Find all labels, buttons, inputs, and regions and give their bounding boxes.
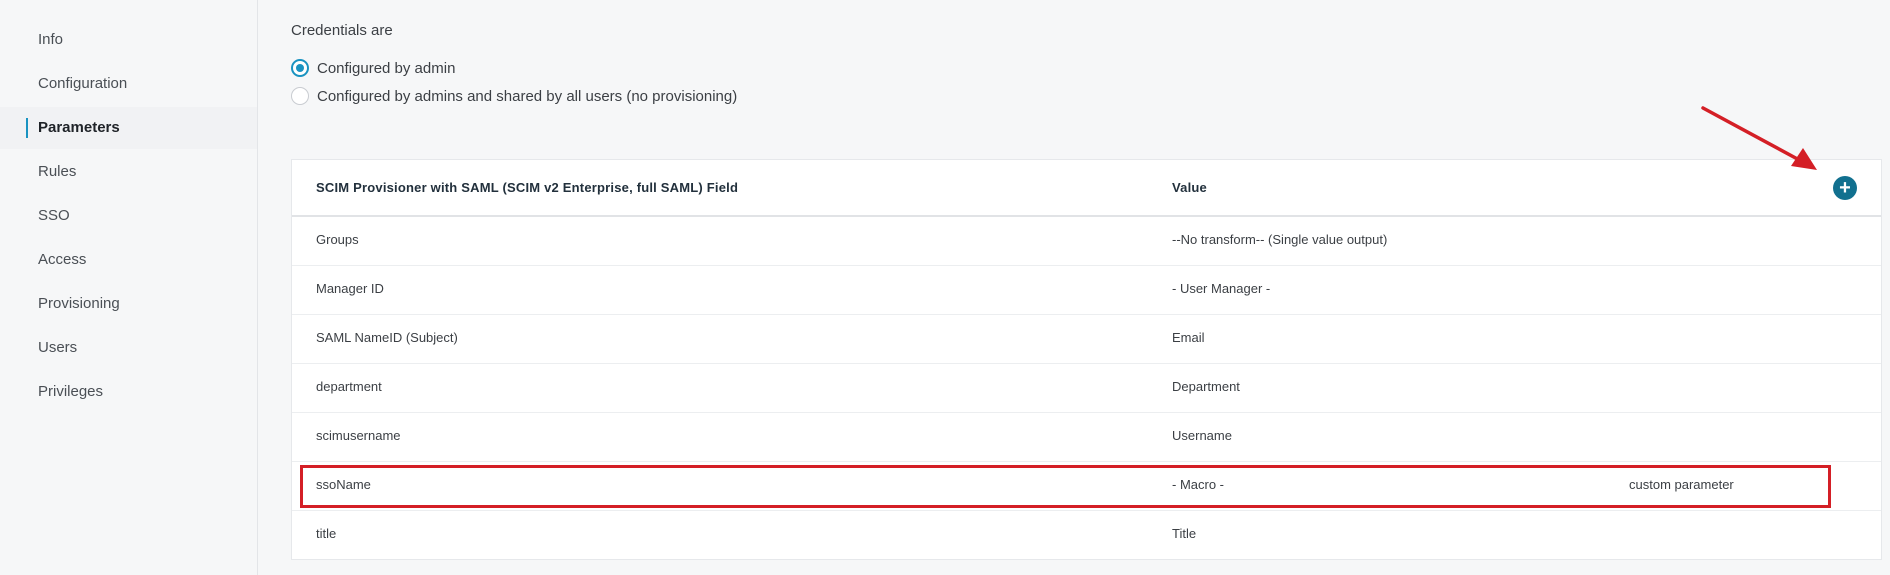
table-row[interactable]: Manager ID - User Manager -	[292, 266, 1881, 315]
row-field: Manager ID	[316, 281, 384, 296]
table-row[interactable]: scimusername Username	[292, 413, 1881, 462]
radio-label: Configured by admins and shared by all u…	[317, 87, 738, 105]
row-value: --No transform-- (Single value output)	[1172, 232, 1388, 247]
row-field: department	[316, 379, 382, 394]
row-value: Title	[1172, 526, 1197, 541]
row-value: - User Manager -	[1172, 281, 1271, 296]
row-value: Department	[1172, 379, 1240, 394]
radio-label: Configured by admin	[317, 59, 456, 77]
sidebar-item-access[interactable]: Access	[38, 250, 86, 270]
row-value: Email	[1172, 330, 1205, 345]
table-row[interactable]: SAML NameID (Subject) Email	[292, 315, 1881, 364]
plus-icon: +	[1839, 177, 1851, 199]
main-content: Credentials are Configured by admin Conf…	[259, 0, 1890, 575]
row-field: Groups	[316, 232, 359, 247]
add-parameter-button[interactable]: +	[1833, 176, 1857, 200]
sidebar: Info Configuration Parameters Rules SSO …	[0, 0, 258, 575]
row-field: ssoName	[316, 477, 371, 492]
table-row[interactable]: ssoName - Macro - custom parameter	[292, 462, 1881, 511]
sidebar-item-provisioning[interactable]: Provisioning	[38, 294, 120, 314]
parameters-table: SCIM Provisioner with SAML (SCIM v2 Ente…	[291, 159, 1882, 560]
sidebar-item-parameters[interactable]: Parameters	[38, 118, 120, 138]
table-row[interactable]: Groups --No transform-- (Single value ou…	[292, 217, 1881, 266]
table-row[interactable]: department Department	[292, 364, 1881, 413]
sidebar-active-indicator	[26, 118, 28, 138]
radio-shared-by-all-users[interactable]: Configured by admins and shared by all u…	[291, 86, 737, 106]
table-header: SCIM Provisioner with SAML (SCIM v2 Ente…	[292, 160, 1881, 217]
sidebar-item-sso[interactable]: SSO	[38, 206, 70, 226]
row-field: scimusername	[316, 428, 401, 443]
sidebar-item-users[interactable]: Users	[38, 338, 77, 358]
row-note: custom parameter	[1629, 477, 1734, 492]
row-value: - Macro -	[1172, 477, 1224, 492]
row-field: SAML NameID (Subject)	[316, 330, 458, 345]
sidebar-item-rules[interactable]: Rules	[38, 162, 76, 182]
column-header-field: SCIM Provisioner with SAML (SCIM v2 Ente…	[316, 180, 739, 195]
table-row[interactable]: title Title	[292, 511, 1881, 560]
row-field: title	[316, 526, 337, 541]
column-header-value: Value	[1172, 180, 1207, 195]
sidebar-item-info[interactable]: Info	[38, 30, 63, 50]
sidebar-item-configuration[interactable]: Configuration	[38, 74, 127, 94]
sidebar-item-privileges[interactable]: Privileges	[38, 382, 103, 402]
row-value: Username	[1172, 428, 1232, 443]
credentials-title: Credentials are	[291, 22, 393, 39]
radio-unchecked-icon[interactable]	[291, 87, 309, 105]
radio-configured-by-admin[interactable]: Configured by admin	[291, 58, 455, 78]
radio-checked-icon[interactable]	[291, 59, 309, 77]
